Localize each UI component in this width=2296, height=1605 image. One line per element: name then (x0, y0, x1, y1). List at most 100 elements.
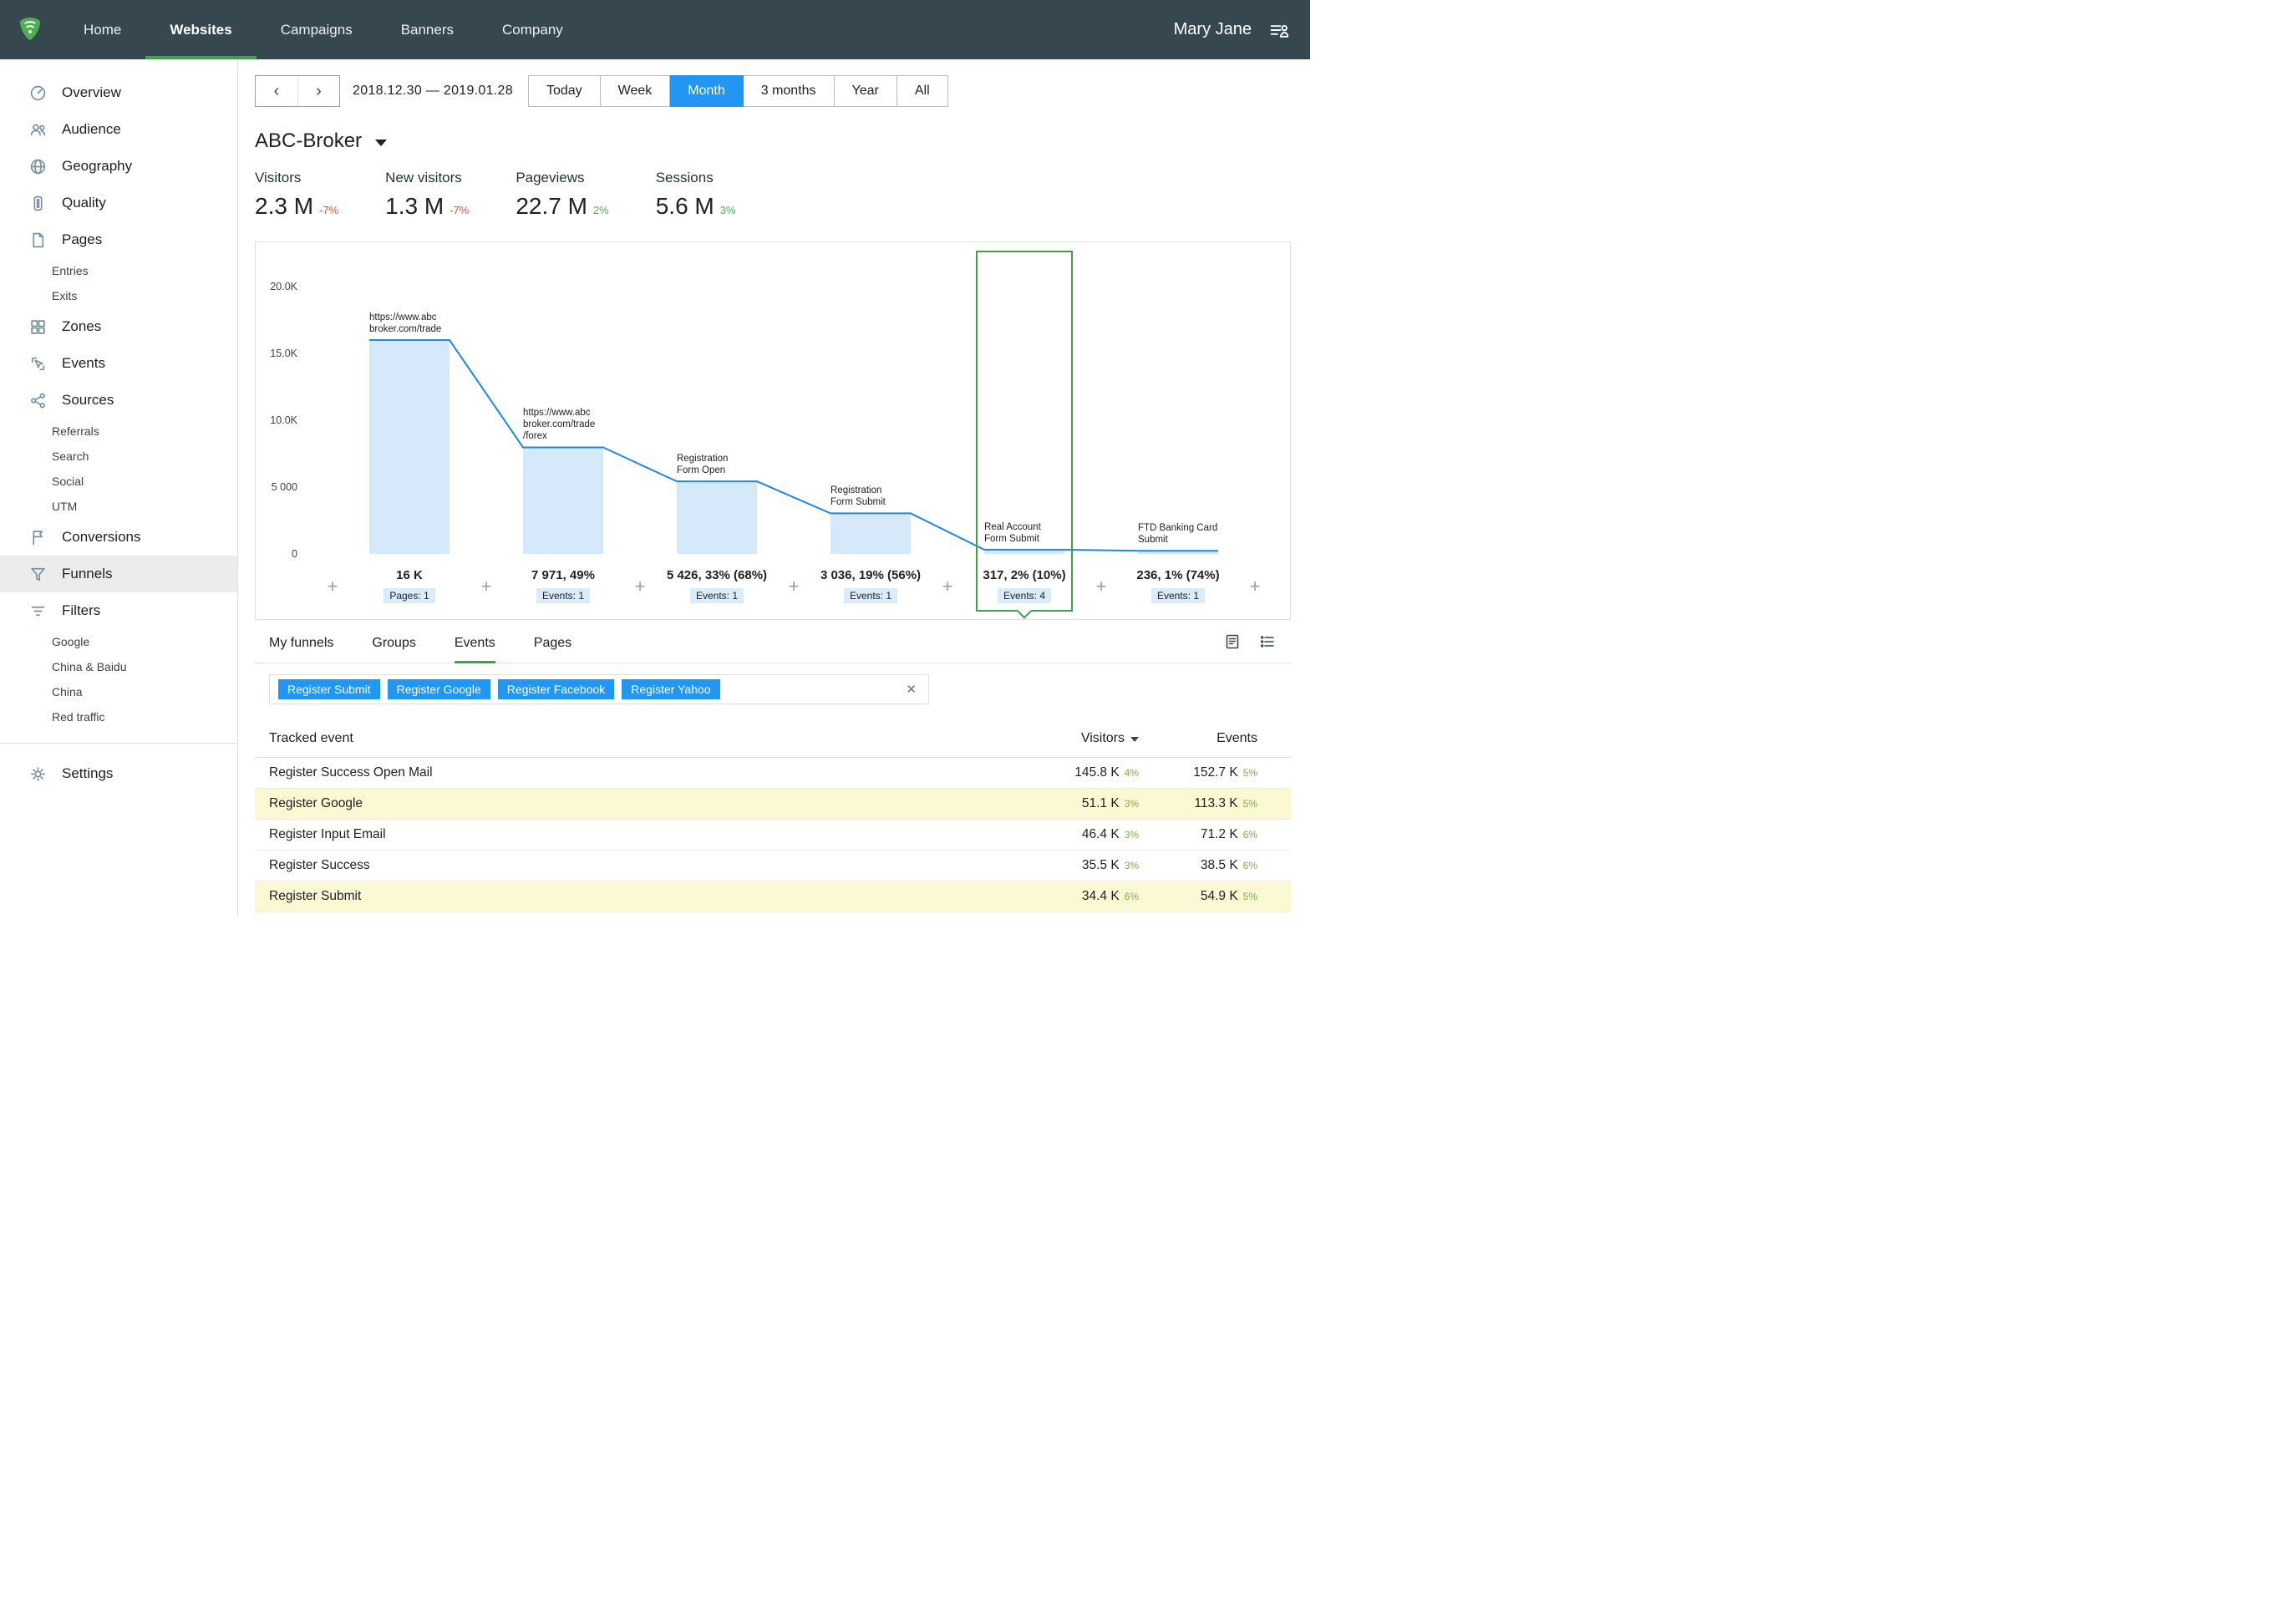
sidebar-item-filters[interactable]: Filters (0, 592, 237, 629)
selection-box (976, 251, 1073, 619)
nav-item-campaigns[interactable]: Campaigns (257, 0, 377, 59)
funnel-step-summary: 7 971, 49% Events: 1 (486, 568, 640, 603)
share-icon (29, 391, 48, 409)
sidebar-item-audience[interactable]: Audience (0, 111, 237, 148)
sidebar-item-china[interactable]: China (0, 679, 237, 704)
funnel-annotation: https://www.abc broker.com/trade (369, 312, 442, 334)
sidebar-item-red-traffic[interactable]: Red traffic (0, 704, 237, 729)
clear-filters-icon[interactable]: ✕ (902, 682, 920, 697)
event-name: Register Google (269, 796, 363, 810)
app-window: Home Websites Campaigns Banners Company … (0, 0, 1310, 916)
app-logo[interactable] (0, 15, 59, 45)
sidebar-item-google[interactable]: Google (0, 629, 237, 654)
add-funnel-step-button[interactable]: + (1246, 576, 1264, 597)
funnel-step-badge[interactable]: Events: 1 (1151, 588, 1206, 603)
funnel-step-badge[interactable]: Events: 1 (536, 588, 591, 603)
funnel-annotation: Registration Form Submit (831, 485, 886, 508)
add-funnel-step-button[interactable]: + (938, 576, 957, 597)
tab-groups[interactable]: Groups (372, 625, 415, 663)
sidebar-item-social[interactable]: Social (0, 469, 237, 494)
col-tracked-event: Tracked event (269, 730, 353, 745)
sidebar-item-china-baidu[interactable]: China & Baidu (0, 654, 237, 679)
selection-notch-icon (1016, 603, 1033, 619)
sidebar-item-geography[interactable]: Geography (0, 148, 237, 185)
add-funnel-step-button[interactable]: + (785, 576, 803, 597)
col-events[interactable]: Events (1139, 731, 1257, 746)
sidebar-item-funnels[interactable]: Funnels (0, 556, 237, 592)
sidebar-item-exits[interactable]: Exits (0, 283, 237, 308)
table-row[interactable]: Register Google 51.1 K 3% 113.3 K 5% (255, 789, 1291, 820)
sidebar-item-events[interactable]: Events (0, 345, 237, 382)
range-3months-button[interactable]: 3 months (743, 75, 835, 107)
range-year-button[interactable]: Year (834, 75, 897, 107)
logo-icon (19, 17, 40, 40)
nav-item-company[interactable]: Company (478, 0, 587, 59)
filter-chip[interactable]: Register Facebook (497, 679, 615, 699)
tab-pages[interactable]: Pages (534, 625, 571, 663)
table-row[interactable]: Register Success 35.5 K 3% 38.5 K 6% (255, 851, 1291, 881)
sidebar-item-conversions[interactable]: Conversions (0, 519, 237, 556)
funnel-step-badge[interactable]: Events: 1 (689, 588, 744, 603)
funnel-annotation: https://www.abc broker.com/trade /forex (523, 408, 596, 442)
filter-chip[interactable]: Register Yahoo (622, 679, 720, 699)
funnel-line (369, 339, 1218, 552)
funnel-step-badge[interactable]: Events: 1 (843, 588, 898, 603)
sort-caret-icon (1130, 736, 1139, 742)
date-pager: ‹ › (255, 75, 340, 107)
sidebar-item-label: Funnels (62, 566, 113, 582)
add-funnel-step-button[interactable]: + (477, 576, 495, 597)
funnel-step-badge[interactable]: Pages: 1 (384, 588, 435, 603)
site-dropdown-caret-icon (375, 140, 388, 146)
report-icon[interactable] (1224, 633, 1241, 654)
table-row[interactable]: Register Submit 34.4 K 6% 54.9 K 5% (255, 881, 1291, 912)
user-name[interactable]: Mary Jane (1174, 20, 1252, 39)
sidebar-item-referrals[interactable]: Referrals (0, 419, 237, 444)
range-week-button[interactable]: Week (600, 75, 671, 107)
table-row[interactable]: Register Success Open Mail 145.8 K 4% 152… (255, 758, 1291, 789)
sidebar-divider (0, 743, 237, 744)
metric-label: Pageviews (516, 170, 585, 185)
account-menu-icon[interactable] (1268, 20, 1288, 40)
filter-chip[interactable]: Register Submit (278, 679, 380, 699)
nav-item-websites[interactable]: Websites (145, 0, 257, 59)
range-today-button[interactable]: Today (527, 75, 601, 107)
next-period-button[interactable]: › (297, 76, 339, 106)
cursor-icon (29, 354, 48, 373)
sidebar-item-overview[interactable]: Overview (0, 74, 237, 111)
site-selector[interactable]: ABC-Broker (255, 130, 1291, 153)
prev-period-button[interactable]: ‹ (256, 76, 297, 106)
event-filter-bar[interactable]: Register Submit Register Google Register… (269, 674, 929, 704)
sidebar-item-quality[interactable]: Quality (0, 185, 237, 221)
sidebar-item-sources[interactable]: Sources (0, 382, 237, 419)
y-axis-tick: 5 000 (271, 481, 297, 493)
page-icon (29, 231, 48, 249)
tab-events[interactable]: Events (454, 625, 495, 663)
sidebar-item-zones[interactable]: Zones (0, 308, 237, 345)
range-month-button[interactable]: Month (670, 75, 744, 107)
list-view-icon[interactable] (1259, 633, 1276, 654)
funnel-annotation: FTD Banking Card Submit (1138, 523, 1218, 546)
funnel-step-summary: 3 036, 19% (56%) Events: 1 (794, 568, 947, 603)
y-axis-tick: 10.0K (270, 414, 297, 426)
add-funnel-step-button[interactable]: + (1092, 576, 1110, 597)
grid-icon (29, 317, 48, 336)
funnel-annotation: Registration Form Open (677, 454, 729, 476)
tab-my-funnels[interactable]: My funnels (269, 625, 333, 663)
sidebar-item-search[interactable]: Search (0, 444, 237, 469)
table-row[interactable]: Register Input Email 46.4 K 3% 71.2 K 6% (255, 820, 1291, 851)
range-all-button[interactable]: All (897, 75, 948, 107)
add-funnel-step-button[interactable]: + (323, 576, 342, 597)
nav-item-banners[interactable]: Banners (377, 0, 478, 59)
sidebar-item-entries[interactable]: Entries (0, 258, 237, 283)
sidebar-item-utm[interactable]: UTM (0, 494, 237, 519)
nav-item-home[interactable]: Home (59, 0, 145, 59)
sidebar-item-label: Overview (62, 84, 121, 100)
sidebar-item-pages[interactable]: Pages (0, 221, 237, 258)
sidebar-item-settings[interactable]: Settings (0, 755, 237, 792)
filter-chip[interactable]: Register Google (387, 679, 490, 699)
add-funnel-step-button[interactable]: + (631, 576, 649, 597)
col-visitors[interactable]: Visitors (988, 731, 1139, 746)
y-axis-tick: 15.0K (270, 348, 297, 359)
traffic-light-icon (29, 194, 48, 212)
sidebar-item-label: Events (62, 355, 105, 371)
